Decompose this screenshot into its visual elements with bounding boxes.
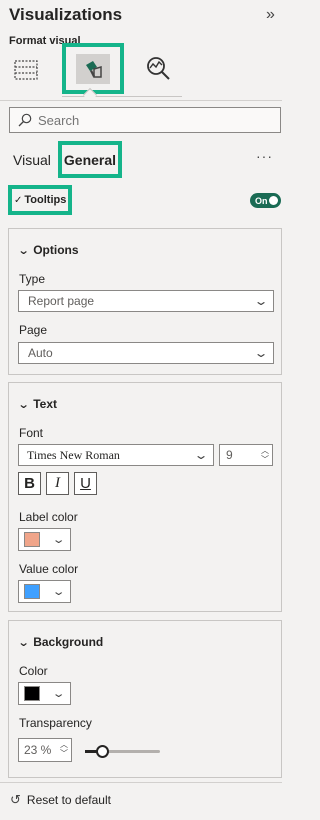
font-value: Times New Roman (27, 447, 120, 462)
chevron-down-icon: ⌄ (51, 534, 66, 546)
more-options-icon[interactable]: ··· (256, 148, 273, 164)
type-value: Report page (28, 294, 95, 308)
bg-color-label: Color (19, 664, 48, 678)
value-color-swatch (24, 584, 40, 599)
format-brush-icon (76, 54, 110, 84)
tooltips-toggle[interactable]: On (250, 193, 281, 208)
toggle-label: On (255, 195, 268, 206)
underline-button[interactable]: U (74, 472, 97, 495)
tooltips-label: Tooltips (24, 194, 67, 206)
toggle-knob (269, 196, 278, 205)
check-icon: ✓ (14, 194, 23, 206)
chevron-down-icon: ⌄ (17, 244, 30, 257)
page-label: Page (19, 323, 48, 337)
font-size-value: 9 (226, 448, 233, 462)
divider (0, 100, 282, 101)
options-title: Options (33, 243, 79, 257)
tab-underline (62, 96, 182, 97)
tab-general[interactable]: General (58, 141, 122, 178)
search-input[interactable] (38, 112, 268, 128)
value-color-label: Value color (19, 562, 79, 576)
table-fields-icon (14, 60, 38, 80)
collapse-pane-icon[interactable]: » (266, 6, 282, 24)
bold-button[interactable]: B (18, 472, 41, 495)
label-color-swatch (24, 532, 40, 547)
page-value: Auto (28, 346, 53, 360)
background-header[interactable]: ⌄ Background (17, 635, 104, 649)
tab-visual[interactable]: Visual (13, 152, 51, 168)
format-visual-tab[interactable] (62, 43, 124, 94)
bg-color-picker[interactable]: ⌄ (18, 682, 71, 705)
reset-to-default-button[interactable]: ↺ Reset to default (10, 792, 111, 808)
type-dropdown[interactable]: Report page ⌄ (18, 290, 274, 312)
font-label: Font (19, 426, 44, 440)
chevron-down-icon: ⌄ (253, 346, 269, 360)
slider-thumb[interactable] (96, 745, 110, 758)
font-size-input[interactable]: 9 ︿ ﹀ (219, 444, 273, 466)
build-visual-tab[interactable] (8, 52, 44, 88)
chevron-down-icon: ⌄ (193, 448, 209, 462)
page-dropdown[interactable]: Auto ⌄ (18, 342, 274, 364)
divider (0, 782, 282, 783)
options-card: ⌄ Options Type Report page ⌄ Page Auto ⌄ (8, 228, 282, 375)
options-header[interactable]: ⌄ Options (17, 243, 79, 257)
background-title: Background (33, 635, 104, 649)
chevron-down-icon: ⌄ (253, 294, 269, 308)
text-header[interactable]: ⌄ Text (17, 397, 58, 411)
tooltips-section-header[interactable]: ✓ Tooltips (8, 185, 72, 215)
pane-title: Visualizations (9, 5, 123, 24)
text-title: Text (33, 397, 58, 411)
chevron-down-icon: ⌄ (17, 398, 30, 411)
search-icon (18, 113, 32, 127)
transparency-label: Transparency (19, 716, 92, 730)
spinner-icon[interactable]: ︿ ﹀ (60, 740, 68, 758)
spinner-icon[interactable]: ︿ ﹀ (261, 446, 269, 464)
bg-color-swatch (24, 686, 40, 701)
italic-button[interactable]: I (46, 472, 69, 495)
chevron-down-icon: ⌄ (51, 688, 66, 700)
font-family-dropdown[interactable]: Times New Roman ⌄ (18, 444, 214, 466)
analytics-tab[interactable] (140, 50, 176, 86)
transparency-input[interactable]: 23 % ︿ ﹀ (18, 738, 72, 762)
background-card: ⌄ Background Color ⌄ Transparency 23 % ︿… (8, 620, 282, 778)
transparency-slider[interactable] (85, 745, 160, 758)
chevron-down-icon: ⌄ (51, 586, 66, 598)
label-color-label: Label color (19, 510, 78, 524)
reset-icon: ↺ (10, 792, 21, 807)
type-label: Type (19, 272, 46, 286)
label-color-picker[interactable]: ⌄ (18, 528, 71, 551)
transparency-value: 23 % (24, 743, 52, 757)
reset-label: Reset to default (26, 793, 111, 807)
chevron-down-icon: ⌄ (17, 636, 30, 649)
analytics-magnifier-icon (147, 57, 170, 80)
search-box[interactable] (9, 107, 281, 133)
value-color-picker[interactable]: ⌄ (18, 580, 71, 603)
text-card: ⌄ Text Font Times New Roman ⌄ 9 ︿ ﹀ B I U… (8, 382, 282, 612)
